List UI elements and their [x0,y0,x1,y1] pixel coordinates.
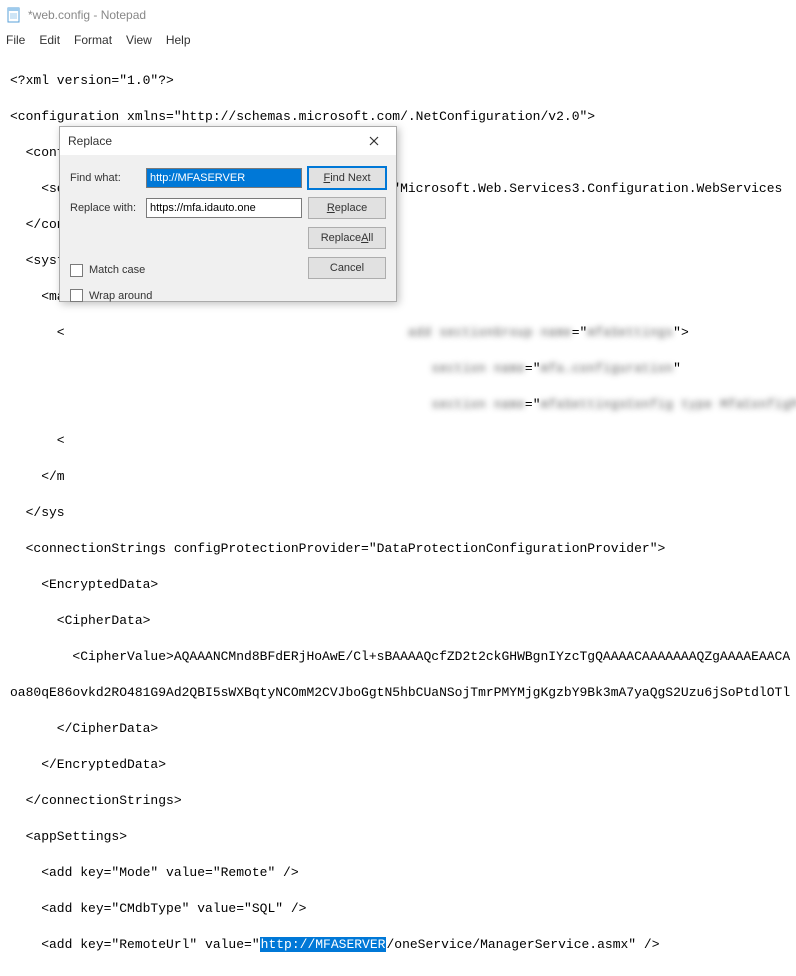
replace-with-label: Replace with: [70,202,140,214]
replace-dialog: Replace Find what: Find Next Replace wit… [59,126,397,302]
editor-line: < [10,432,786,450]
editor-line: section name="mfaSettingsConfig type Mfa… [10,396,786,414]
replace-all-button[interactable]: Replace All [308,227,386,249]
editor-line: < add sectionGroup name="mfaSettings"> [10,324,786,342]
menu-edit[interactable]: Edit [39,33,60,47]
match-case-checkbox[interactable] [70,264,83,277]
replace-with-input[interactable] [146,198,302,218]
editor-line: <appSettings> [10,828,786,846]
editor-line: </CipherData> [10,720,786,738]
editor-line: <EncryptedData> [10,576,786,594]
menu-format[interactable]: Format [74,33,112,47]
dialog-titlebar[interactable]: Replace [60,127,396,155]
find-next-button[interactable]: Find Next [308,167,386,189]
editor-line: </connectionStrings> [10,792,786,810]
editor-line: <configuration xmlns="http://schemas.mic… [10,108,786,126]
editor-line: </sys [10,504,786,522]
selected-text: http://MFASERVER [260,937,387,952]
close-icon[interactable] [360,131,388,151]
editor-line: <add key="Mode" value="Remote" /> [10,864,786,882]
editor-line: <connectionStrings configProtectionProvi… [10,540,786,558]
find-what-label: Find what: [70,172,140,184]
wrap-around-label: Wrap around [89,290,152,302]
menu-help[interactable]: Help [166,33,191,47]
dialog-title: Replace [68,134,112,148]
find-what-input[interactable] [146,168,302,188]
editor-line: <?xml version="1.0"?> [10,72,786,90]
editor-line: <CipherValue>AQAAANCMnd8BFdERjHoAwE/Cl+s… [10,648,786,666]
editor-line: </m [10,468,786,486]
editor-line: section name="mfa.configuration" [10,360,786,378]
window-titlebar: *web.config - Notepad [0,0,796,30]
editor-line: <add key="RemoteUrl" value="http://MFASE… [10,936,786,954]
window-title: *web.config - Notepad [28,8,146,22]
editor-line: <add key="CMdbType" value="SQL" /> [10,900,786,918]
cancel-button[interactable]: Cancel [308,257,386,279]
editor-line: oa80qE86ovkd2RO481G9Ad2QBI5sWXBqtyNCOmM2… [10,684,786,702]
menu-view[interactable]: View [126,33,152,47]
wrap-around-checkbox[interactable] [70,289,83,302]
replace-button[interactable]: Replace [308,197,386,219]
editor-line: </EncryptedData> [10,756,786,774]
menubar: File Edit Format View Help [0,30,796,50]
menu-file[interactable]: File [6,33,25,47]
notepad-icon [6,7,22,23]
editor-line: <CipherData> [10,612,786,630]
match-case-label: Match case [89,264,145,276]
